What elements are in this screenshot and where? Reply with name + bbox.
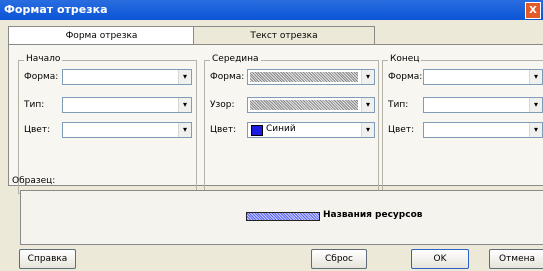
end-type-row: Тип: ▾	[388, 97, 543, 113]
help-button[interactable]: Справка	[19, 249, 76, 269]
chevron-down-icon: ▾	[178, 123, 191, 137]
format-bar-dialog: Формат отрезка X Форма отрезка Текст отр…	[0, 0, 543, 271]
sample-text: Названия ресурсов	[323, 210, 423, 220]
chevron-down-icon: ▾	[178, 98, 191, 112]
chevron-down-icon: ▾	[361, 123, 374, 137]
middle-color-row: Цвет: Синий ▾	[210, 122, 378, 138]
middle-color-value: Синий	[266, 124, 296, 134]
title-bar: Формат отрезка X	[0, 0, 543, 20]
dialog-title: Формат отрезка	[4, 3, 108, 16]
end-color-row: Цвет: ▾	[388, 122, 543, 138]
end-shape-select[interactable]: ▾	[423, 69, 543, 85]
start-color-label: Цвет:	[24, 125, 51, 135]
ok-button[interactable]: OK	[411, 249, 469, 269]
chevron-down-icon: ▾	[529, 70, 542, 84]
chevron-down-icon: ▾	[361, 70, 374, 84]
end-shape-row: Форма: ▾	[388, 69, 543, 85]
start-shape-select[interactable]: ▾	[62, 69, 192, 85]
start-shape-label: Форма:	[24, 72, 59, 82]
sample-bar	[246, 212, 320, 221]
reset-button[interactable]: Сброс	[311, 249, 367, 269]
pattern-swatch	[250, 72, 358, 82]
middle-pattern-label: Узор:	[210, 100, 235, 110]
middle-group: Середина Форма: ▾ Узор: ▾ Цвет: Синий ▾	[204, 54, 379, 194]
end-group: Конец Форма: ▾ Тип: ▾ Цвет: ▾	[382, 54, 543, 194]
middle-color-select[interactable]: Синий ▾	[247, 122, 375, 138]
sample-label: Образец:	[12, 176, 56, 186]
start-shape-row: Форма: ▾	[24, 69, 194, 85]
tab-bar-text[interactable]: Текст отрезка	[193, 26, 375, 45]
chevron-down-icon: ▾	[178, 70, 191, 84]
end-type-select[interactable]: ▾	[423, 97, 543, 113]
tab-strip: Форма отрезка Текст отрезка	[8, 26, 543, 45]
tab-panel: Начало Форма: ▾ Тип: ▾ Цвет: ▾ Середина …	[8, 44, 543, 194]
sample-preview: Названия ресурсов	[20, 190, 543, 245]
cancel-button[interactable]: Отмена	[489, 249, 543, 269]
start-color-select[interactable]: ▾	[62, 122, 192, 138]
middle-color-label: Цвет:	[210, 125, 237, 135]
end-shape-label: Форма:	[388, 72, 423, 82]
middle-shape-row: Форма: ▾	[210, 69, 378, 85]
start-legend: Начало	[24, 54, 63, 64]
chevron-down-icon: ▾	[529, 98, 542, 112]
end-type-label: Тип:	[388, 100, 409, 110]
middle-shape-select[interactable]: ▾	[247, 69, 375, 85]
middle-pattern-row: Узор: ▾	[210, 97, 378, 113]
end-color-select[interactable]: ▾	[423, 122, 543, 138]
middle-shape-label: Форма:	[210, 72, 245, 82]
chevron-down-icon: ▾	[361, 98, 374, 112]
middle-legend: Середина	[210, 54, 261, 64]
middle-pattern-select[interactable]: ▾	[247, 97, 375, 113]
end-color-label: Цвет:	[388, 125, 415, 135]
start-type-row: Тип: ▾	[24, 97, 194, 113]
chevron-down-icon: ▾	[529, 123, 542, 137]
start-type-label: Тип:	[24, 100, 45, 110]
pattern-swatch	[250, 100, 358, 110]
close-button[interactable]: X	[525, 2, 541, 19]
start-group: Начало Форма: ▾ Тип: ▾ Цвет: ▾	[18, 54, 197, 194]
start-color-row: Цвет: ▾	[24, 122, 194, 138]
end-legend: Конец	[388, 54, 422, 64]
color-swatch	[251, 125, 263, 136]
tab-bar-shape[interactable]: Форма отрезка	[8, 26, 195, 45]
start-type-select[interactable]: ▾	[62, 97, 192, 113]
